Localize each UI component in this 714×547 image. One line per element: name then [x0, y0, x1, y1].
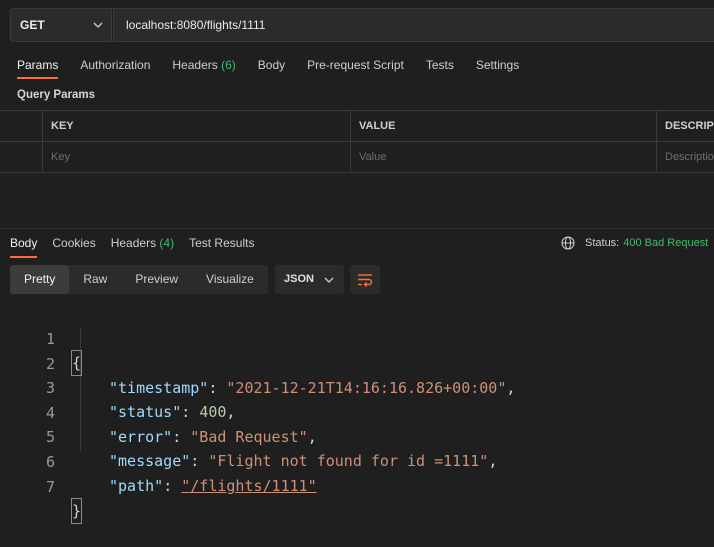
json-value: "2021-12-21T14:16:16.826+00:00"	[226, 379, 507, 397]
code-line: 3 "status": 400,	[0, 352, 235, 421]
line-number: 7	[45, 478, 55, 496]
response-divider	[0, 228, 714, 229]
tab-params[interactable]: Params	[17, 58, 59, 79]
column-header-key: KEY	[51, 120, 74, 132]
json-value: 400	[199, 403, 227, 421]
code-line: 2 "timestamp": "2021-12-21T14:16:16.826+…	[0, 328, 515, 397]
json-key: "message"	[109, 452, 191, 470]
view-visualize-button[interactable]: Visualize	[192, 265, 268, 294]
response-headers-count: (4)	[159, 236, 175, 250]
response-tab-headers[interactable]: Headers (4)	[111, 236, 174, 256]
response-status: Status: 400 Bad Request	[561, 236, 708, 250]
response-tab-test-results[interactable]: Test Results	[189, 236, 254, 256]
wrap-lines-button[interactable]	[350, 265, 380, 294]
method-label: GET	[20, 18, 45, 32]
close-brace: }	[70, 498, 83, 524]
code-line: 4 "error": "Bad Request",	[0, 377, 317, 446]
value-input[interactable]: Value	[350, 142, 656, 172]
view-mode-selector: Pretty Raw Preview Visualize	[10, 265, 268, 294]
status-label: Status:	[585, 237, 620, 249]
table-header-row: KEY VALUE DESCRIPTI	[0, 110, 714, 141]
query-params-title: Query Params	[17, 89, 95, 101]
response-tab-body[interactable]: Body	[10, 236, 38, 258]
table-row: Key Value Descriptio	[0, 141, 714, 173]
status-badge: 400 Bad Request	[623, 237, 709, 249]
code-line: 1 {	[0, 303, 83, 376]
url-text: localhost:8080/flights/1111	[126, 18, 266, 32]
json-key: "path"	[109, 477, 164, 495]
code-line: 6 "path": "/flights/1111"	[0, 426, 317, 495]
response-tabs: Body Cookies Headers (4) Test Results	[10, 236, 269, 258]
method-select[interactable]: GET	[10, 8, 112, 42]
json-value: "Bad Request"	[190, 428, 308, 446]
tab-body[interactable]: Body	[258, 58, 285, 78]
chevron-down-icon	[324, 277, 334, 283]
description-input[interactable]: Descriptio	[656, 142, 714, 172]
column-header-description: DESCRIPTI	[665, 120, 714, 132]
query-params-table: KEY VALUE DESCRIPTI Key Value Descriptio	[0, 110, 714, 173]
view-raw-button[interactable]: Raw	[69, 265, 121, 294]
wrap-lines-icon	[358, 274, 373, 287]
view-pretty-button[interactable]: Pretty	[10, 265, 70, 294]
headers-count: (6)	[221, 58, 236, 72]
code-line: 5 "message": "Flight not found for id =1…	[0, 401, 497, 470]
tab-pre-request-script[interactable]: Pre-request Script	[307, 58, 404, 78]
format-label: JSON	[284, 273, 314, 285]
json-key: "timestamp"	[109, 379, 209, 397]
request-tabs: Params Authorization Headers (6) Body Pr…	[17, 58, 541, 79]
open-brace: {	[70, 350, 83, 376]
tab-authorization[interactable]: Authorization	[80, 58, 150, 78]
format-select[interactable]: JSON	[275, 265, 344, 294]
column-header-value: VALUE	[359, 120, 396, 132]
chevron-down-icon	[93, 22, 103, 28]
url-input[interactable]: localhost:8080/flights/1111	[113, 8, 714, 42]
tab-headers[interactable]: Headers (6)	[172, 58, 235, 78]
globe-icon[interactable]	[561, 236, 575, 250]
key-input[interactable]: Key	[42, 142, 350, 172]
tab-tests[interactable]: Tests	[426, 58, 454, 78]
json-key: "status"	[109, 403, 182, 421]
indent-guide	[80, 327, 81, 451]
response-tab-cookies[interactable]: Cookies	[52, 236, 95, 256]
json-path-link[interactable]: "/flights/1111"	[181, 477, 316, 495]
tab-settings[interactable]: Settings	[476, 58, 519, 78]
code-line: 7 }	[0, 451, 83, 524]
json-value: "Flight not found for id =1111"	[208, 452, 489, 470]
view-preview-button[interactable]: Preview	[121, 265, 192, 294]
json-key: "error"	[109, 428, 173, 446]
